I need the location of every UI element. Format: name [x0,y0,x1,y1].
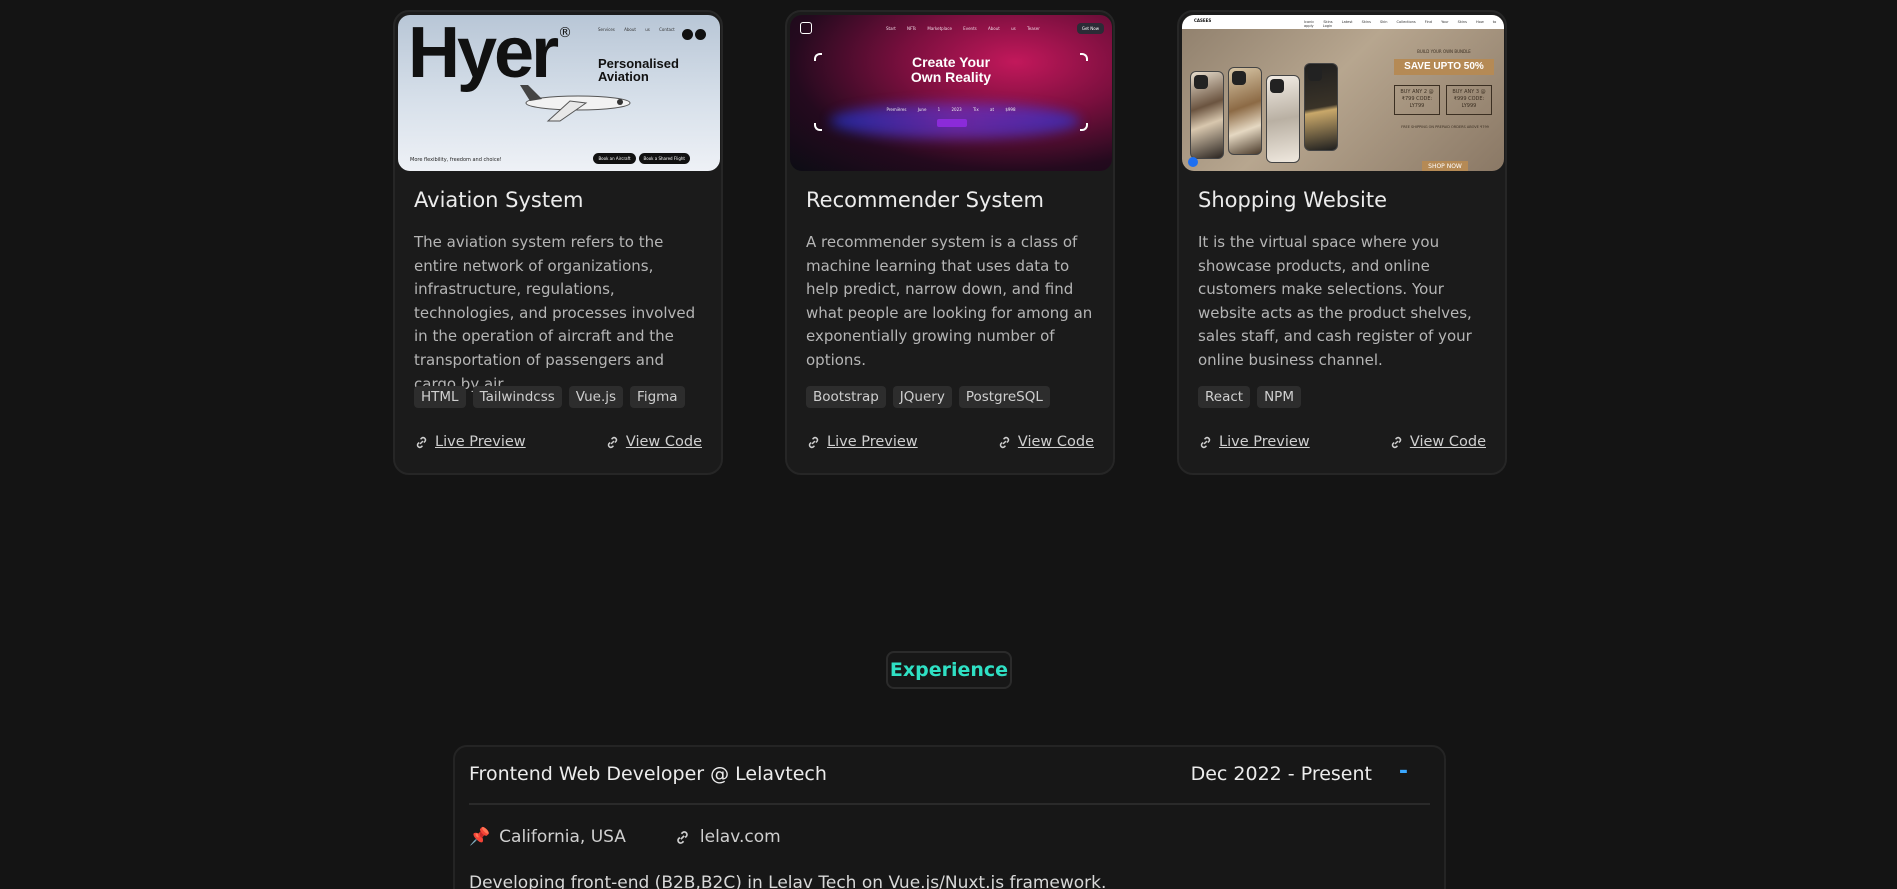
link-icon [808,436,819,448]
link-icon [607,436,618,448]
tech-tag: Figma [630,386,685,408]
thumb-build-text: BUILD YOUR OWN BUNDLE [1417,49,1471,54]
project-links: Live Preview View Code [1198,434,1486,450]
experience-summary: Developing front-end (B2B,B2C) in Lelav … [469,873,1107,889]
thumb-logo: CASEES [1194,18,1212,23]
project-tags: Bootstrap JQuery PostgreSQL [806,386,1050,408]
project-card-shopping: CASEES Iconic Skins Latest Skins Skin Co… [1177,10,1507,475]
corner-bracket-icon [1080,123,1088,131]
tech-tag: HTML [414,386,466,408]
tech-tag: React [1198,386,1251,408]
thumb-cta [937,119,967,127]
thumb-shop-button: SHOP NOW [1422,161,1468,171]
thumb-footer: More flexibility, freedom and choice! [410,157,502,163]
live-preview-link[interactable]: Live Preview [806,434,918,450]
project-description: A recommender system is a class of machi… [806,233,1093,369]
live-preview-link[interactable]: Live Preview [414,434,526,450]
thumb-headline: Create Your Own Reality [910,54,992,85]
view-code-link[interactable]: View Code [997,434,1094,450]
thumb-offer: BUY ANY 2 @ ₹799 CODE: LY799 [1394,85,1440,115]
thumb-topbar: CASEES Iconic Skins Latest Skins Skin Co… [1182,15,1504,29]
project-card-recommender: Start NFTs Marketplace Events About us T… [785,10,1115,475]
phone-case-image [1190,71,1224,159]
link-icon [999,436,1010,448]
live-preview-link[interactable]: Live Preview [1198,434,1310,450]
tech-tag: Tailwindcss [472,386,562,408]
corner-bracket-icon [814,123,822,131]
view-code-label: View Code [625,434,702,450]
experience-heading: Experience [886,651,1012,689]
project-thumbnail[interactable]: Hyer ® Services About us Contact Persona… [398,15,720,171]
thumb-save-banner: SAVE UPTO 50% [1394,59,1494,75]
collapse-toggle-button[interactable]: - [1399,759,1408,784]
thumb-subtitle: Premières June 1 2023 Tix at $998 [886,107,1016,112]
tech-tag: NPM [1257,386,1301,408]
thumb-nav: Iconic Skins Latest Skins Skin Collectio… [1304,20,1497,28]
location-item: 📌 California, USA [469,827,626,847]
view-code-label: View Code [1409,434,1486,450]
experience-card: Frontend Web Developer @ Lelavtech Dec 2… [453,745,1446,889]
phone-case-image [1266,75,1300,163]
thumb-button: Get Now [1076,23,1104,34]
experience-role: Frontend Web Developer @ Lelavtech [469,763,827,785]
thumb-pill: Book an Aircraft [593,153,636,164]
thumb-offer: BUY ANY 3 @ ₹999 CODE: LY999 [1446,85,1492,115]
website-text[interactable]: lelav.com [700,827,781,847]
link-icon [416,436,427,448]
project-links: Live Preview View Code [414,434,702,450]
live-preview-label: Live Preview [827,434,918,450]
thumb-pills: Book an Aircraft Book a Shared Flight [590,145,690,164]
tech-tag: PostgreSQL [958,386,1050,408]
thumb-registered: ® [558,25,572,41]
link-icon [1200,436,1211,448]
project-thumbnail[interactable]: CASEES Iconic Skins Latest Skins Skin Co… [1182,15,1504,171]
project-thumbnail[interactable]: Start NFTs Marketplace Events About us T… [790,15,1112,171]
airplane-icon [520,85,631,122]
view-code-link[interactable]: View Code [1389,434,1486,450]
tech-tag: Vue.js [568,386,624,408]
phone-case-image [1304,63,1338,151]
project-title: Recommender System [806,188,1044,212]
project-title: Shopping Website [1198,188,1388,212]
thumb-shipping: FREE SHIPPING ON PREPAID ORDERS ABOVE ₹7… [1401,125,1489,129]
project-description: It is the virtual space where you showca… [1198,233,1472,369]
project-links: Live Preview View Code [806,434,1094,450]
pushpin-icon: 📌 [469,827,491,847]
view-code-link[interactable]: View Code [605,434,702,450]
experience-date: Dec 2022 - Present [1190,763,1372,785]
thumb-nav: Services About us Contact [598,27,675,32]
thumb-pill: Book a Shared Flight [638,153,690,164]
link-icon [1391,436,1402,448]
tech-tag: Bootstrap [806,386,886,408]
view-code-label: View Code [1017,434,1094,450]
project-title: Aviation System [414,188,584,212]
live-preview-label: Live Preview [435,434,526,450]
phone-case-image [1228,67,1262,155]
project-tags: React NPM [1198,386,1301,408]
thumb-nav-buttons [680,25,706,44]
live-preview-label: Live Preview [1219,434,1310,450]
project-card-aviation: Hyer ® Services About us Contact Persona… [393,10,723,475]
projects-grid: Hyer ® Services About us Contact Persona… [393,10,1507,475]
website-item[interactable]: lelav.com [674,827,781,847]
link-icon [677,830,688,844]
thumb-logo-icon [800,22,812,34]
experience-meta: 📌 California, USA lelav.com [469,827,781,847]
location-text: California, USA [499,827,626,847]
project-description: The aviation system refers to the entire… [414,233,696,393]
chat-icon [1188,157,1198,167]
tech-tag: JQuery [892,386,952,408]
project-tags: HTML Tailwindcss Vue.js Figma [414,386,685,408]
divider [469,803,1430,805]
thumb-nav: Start NFTs Marketplace Events About us T… [886,26,1040,31]
